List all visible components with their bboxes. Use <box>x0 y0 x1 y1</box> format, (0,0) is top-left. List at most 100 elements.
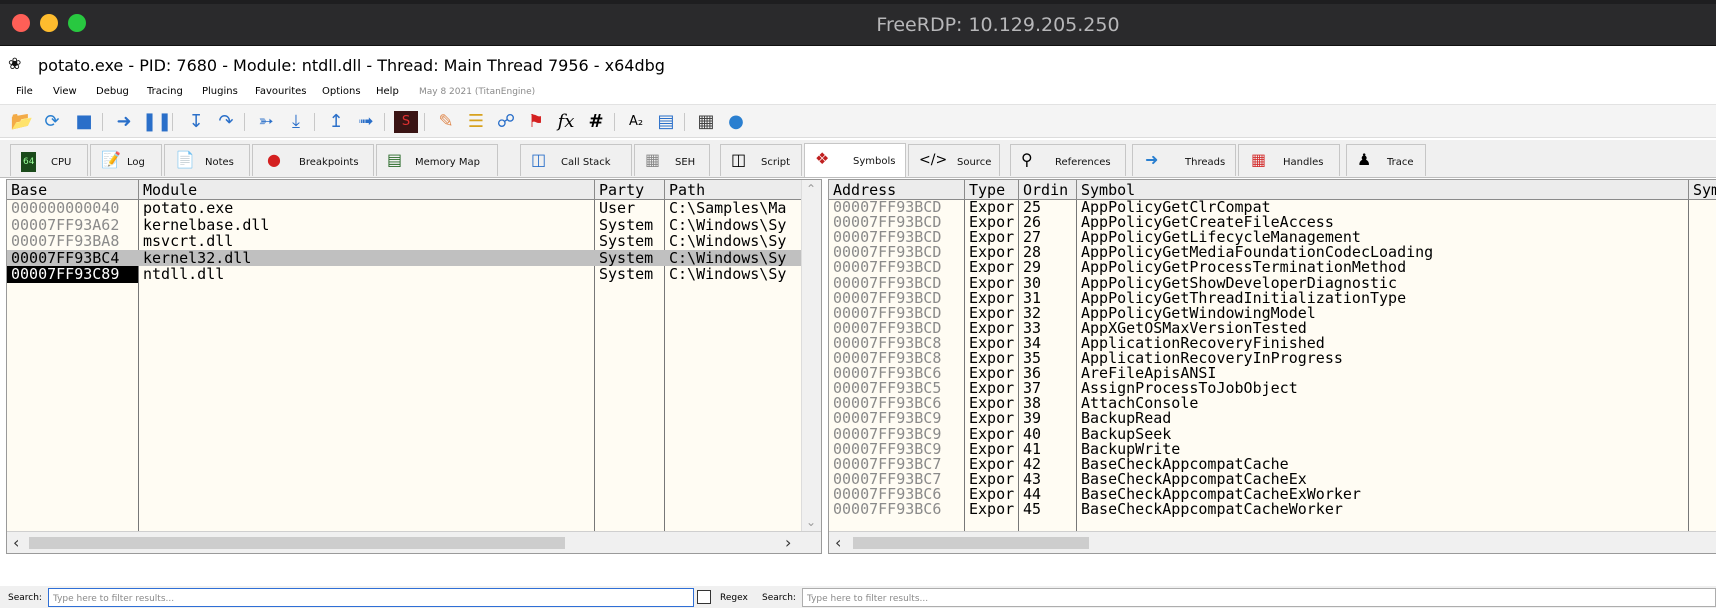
tab-symbols[interactable]: ❖ Symbols <box>804 143 906 177</box>
bookmarks-icon[interactable]: ⚑ <box>524 111 548 133</box>
symbol-row[interactable]: 00007FF93BCD Expor 29 AppPolicyGetProcessTe… <box>829 260 1716 275</box>
symbol-row[interactable]: 00007FF93BCD Expor 28 AppPolicyGetMediaFoun… <box>829 245 1716 260</box>
tab-breakpoints[interactable]: ● Breakpoints <box>252 144 374 176</box>
tab-script[interactable]: ◫ Script <box>720 144 802 176</box>
symbol-row[interactable]: 00007FF93BC5 Expor 37 AssignProcessToJobObj… <box>829 381 1716 396</box>
scroll-left-icon[interactable]: ‹ <box>13 534 19 552</box>
scroll-up-icon[interactable]: ⌃ <box>806 182 816 196</box>
run-icon[interactable]: ➜ <box>112 111 136 133</box>
tab-handles[interactable]: ▦ Handles <box>1238 144 1340 176</box>
menu-file[interactable]: File <box>16 86 33 97</box>
tab-seh[interactable]: ▦ SEH <box>634 144 710 176</box>
menu-favourites[interactable]: Favourites <box>255 86 307 97</box>
tab-log[interactable]: 📝 Log <box>90 144 162 176</box>
cpu-icon: 64 <box>21 152 37 172</box>
tab-source[interactable]: </> Source <box>908 144 1000 176</box>
stop-icon[interactable]: ■ <box>72 111 96 133</box>
threads-icon: ➜ <box>1145 150 1159 169</box>
module-path: C:\Windows\Sy <box>669 216 787 233</box>
symbol-row[interactable]: 00007FF93BC8 Expor 34 ApplicationRecoveryFi… <box>829 336 1716 351</box>
column-symbol[interactable]: Symbol <box>1077 180 1689 200</box>
column-type[interactable]: Type <box>965 180 1019 200</box>
module-party: System <box>599 249 654 266</box>
symbol-row[interactable]: 00007FF93BC9 Expor 40 BackupSeek <box>829 427 1716 442</box>
symbol-row[interactable]: 00007FF93BCD Expor 26 AppPolicyGetCreateFil… <box>829 215 1716 230</box>
tab-call-stack[interactable]: ◫ Call Stack <box>520 144 632 176</box>
step-into-icon[interactable]: ↧ <box>184 111 208 133</box>
column-address[interactable]: Address <box>829 180 965 200</box>
build-date: May 8 2021 (TitanEngine) <box>419 87 536 97</box>
tab-trace[interactable]: ♟ Trace <box>1346 144 1426 176</box>
memory-icon[interactable]: ▤ <box>654 111 678 133</box>
scroll-thumb[interactable] <box>853 537 1089 549</box>
regex-label: Regex <box>720 593 748 603</box>
symbol-row[interactable]: 00007FF93BC6 Expor 38 AttachConsole <box>829 396 1716 411</box>
tab-threads[interactable]: ➜ Threads <box>1132 144 1236 176</box>
labels-icon[interactable]: ☍ <box>494 111 518 133</box>
step-over-icon[interactable]: ↷ <box>214 111 238 133</box>
trace-into-icon[interactable]: ➳ <box>254 111 278 133</box>
menu-view[interactable]: View <box>53 86 77 97</box>
symbol-row[interactable]: 00007FF93BCD Expor 32 AppPolicyGetWindowing… <box>829 306 1716 321</box>
symbol-row[interactable]: 00007FF93BCD Expor 27 AppPolicyGetLifecycle… <box>829 230 1716 245</box>
menu-plugins[interactable]: Plugins <box>202 86 238 97</box>
pause-icon[interactable]: ❚❚ <box>142 111 172 133</box>
regex-checkbox[interactable] <box>697 590 711 604</box>
functions-icon[interactable]: fx <box>554 111 578 133</box>
globe-icon[interactable]: ● <box>724 111 748 133</box>
strings-icon[interactable]: A₂ <box>624 111 648 133</box>
menu-tracing[interactable]: Tracing <box>147 86 183 97</box>
scylla-icon[interactable]: S <box>394 111 418 133</box>
variables-icon[interactable]: # <box>584 111 608 133</box>
tab-references[interactable]: ⚲ References <box>1010 144 1126 176</box>
calculator-icon[interactable]: ▦ <box>694 111 718 133</box>
symbol-row[interactable]: 00007FF93BC7 Expor 43 BaseCheckAppcompatCac… <box>829 472 1716 487</box>
column-base[interactable]: Base <box>7 180 139 200</box>
symbol-ordinal: 25 <box>1023 200 1042 216</box>
restart-icon[interactable]: ⟳ <box>40 111 64 133</box>
module-row[interactable]: 000000000040 potato.exe User C:\Samples\… <box>7 200 821 217</box>
symbol-row[interactable]: 00007FF93BC9 Expor 41 BackupWrite <box>829 442 1716 457</box>
column-symbol-extra[interactable]: Sym <box>1689 180 1716 200</box>
symbol-row[interactable]: 00007FF93BCD Expor 25 AppPolicyGetClrCompat <box>829 200 1716 215</box>
scroll-thumb[interactable] <box>29 537 565 549</box>
symbol-row[interactable]: 00007FF93BC6 Expor 45 BaseCheckAppcompatCac… <box>829 502 1716 517</box>
symbol-row[interactable]: 00007FF93BCD Expor 31 AppPolicyGetThreadIni… <box>829 291 1716 306</box>
symbol-row[interactable]: 00007FF93BC6 Expor 36 AreFileApisANSI <box>829 366 1716 381</box>
comments-icon[interactable]: ☰ <box>464 111 488 133</box>
modules-search-input[interactable]: Type here to filter results... <box>48 588 694 607</box>
menu-debug[interactable]: Debug <box>96 86 129 97</box>
scroll-left-icon[interactable]: ‹ <box>835 534 841 552</box>
column-module[interactable]: Module <box>139 180 595 200</box>
symbols-horizontal-scrollbar[interactable]: ‹ <box>829 531 1716 553</box>
column-path[interactable]: Path <box>665 180 803 200</box>
trace-over-icon[interactable]: ⤓ <box>284 111 308 133</box>
execute-till-return-icon[interactable]: ↥ <box>324 111 348 133</box>
symbol-row[interactable]: 00007FF93BC9 Expor 39 BackupRead <box>829 411 1716 426</box>
menu-options[interactable]: Options <box>322 86 361 97</box>
column-party[interactable]: Party <box>595 180 665 200</box>
module-row-current[interactable]: 00007FF93C89 ntdll.dll System C:\Windows… <box>7 266 821 283</box>
open-folder-icon[interactable]: 📂 <box>10 111 34 133</box>
menu-help[interactable]: Help <box>376 86 399 97</box>
scroll-right-icon[interactable]: › <box>785 534 791 552</box>
symbol-row[interactable]: 00007FF93BCD Expor 33 AppXGetOSMaxVersionTe… <box>829 321 1716 336</box>
module-row-selected[interactable]: 00007FF93BC4 kernel32.dll System C:\Wind… <box>7 249 821 266</box>
symbol-row[interactable]: 00007FF93BC8 Expor 35 ApplicationRecoveryIn… <box>829 351 1716 366</box>
patch-icon[interactable]: ✎ <box>434 111 458 133</box>
module-row[interactable]: 00007FF93BA8 msvcrt.dll System C:\Window… <box>7 233 821 250</box>
symbol-type: Expor <box>969 411 1015 427</box>
symbol-row[interactable]: 00007FF93BCD Expor 30 AppPolicyGetShowDevel… <box>829 276 1716 291</box>
tab-cpu[interactable]: 64 CPU <box>10 144 88 176</box>
module-row[interactable]: 00007FF93A62 kernelbase.dll System C:\Wi… <box>7 217 821 234</box>
symbols-search-input[interactable]: Type here to filter results... <box>802 588 1716 607</box>
symbol-row[interactable]: 00007FF93BC7 Expor 42 BaseCheckAppcompatCac… <box>829 457 1716 472</box>
run-to-user-code-icon[interactable]: ➟ <box>354 111 378 133</box>
modules-horizontal-scrollbar[interactable]: ‹ › <box>7 531 821 553</box>
tab-notes[interactable]: 📄 Notes <box>164 144 250 176</box>
symbol-row[interactable]: 00007FF93BC6 Expor 44 BaseCheckAppcompatCac… <box>829 487 1716 502</box>
tab-memory-map[interactable]: ▤ Memory Map <box>376 144 498 176</box>
scroll-down-icon[interactable]: ⌄ <box>806 515 816 529</box>
column-ordinal[interactable]: Ordin <box>1019 180 1077 200</box>
modules-vertical-scrollbar[interactable]: ⌃ ⌄ <box>801 180 821 533</box>
